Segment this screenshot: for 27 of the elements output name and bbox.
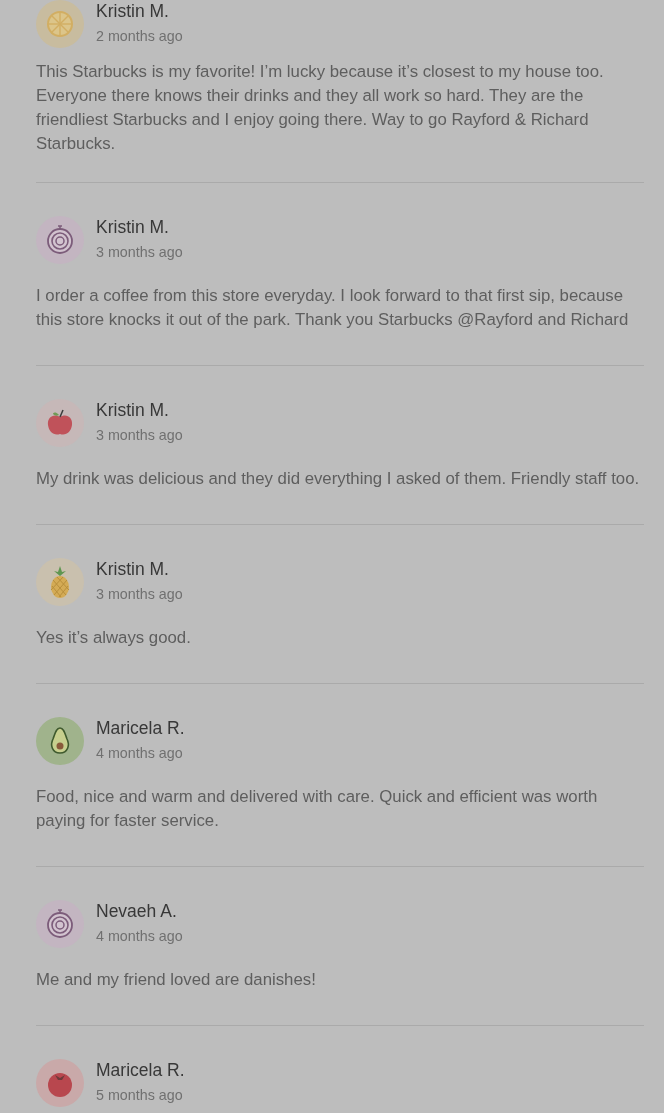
review-text: This Starbucks is my favorite! I’m lucky because it’s closest to my house too. Everyone there knows their drinks and they all work so hard. They are the friendliest Starbucks and I enjoy going there. Way to go Rayford & Richard Starbucks. — [36, 61, 605, 155]
tomato-icon — [36, 1059, 84, 1107]
review-text: Me and my friend loved are danishes! — [36, 969, 317, 991]
onion-icon — [36, 900, 84, 948]
citrus-slice-icon — [36, 0, 84, 48]
reviewer-name: Kristin M. — [96, 0, 170, 22]
reviewer-name: Kristin M. — [96, 216, 170, 238]
reviewer-name: Nevaeh A. — [96, 900, 178, 922]
onion-icon — [36, 216, 84, 264]
review-text: Food, nice and warm and delivered with care. Quick and efficient was worth paying for faster service. — [36, 786, 599, 832]
review-time: 4 months ago — [96, 744, 184, 763]
reviewer-name: Kristin M. — [96, 558, 170, 580]
review-time: 3 months ago — [96, 585, 183, 604]
pineapple-icon — [36, 558, 84, 606]
avocado-icon — [36, 717, 84, 765]
review-time: 5 months ago — [96, 1086, 184, 1105]
reviewer-name: Maricela R. — [96, 717, 185, 739]
review-text: I order a coffee from this store everyday. I look forward to that first sip, because this store knocks it out of the park. Thank you Starbucks @Rayford and Richard — [36, 285, 630, 331]
reviewer-name: Kristin M. — [96, 399, 170, 421]
review-time: 2 months ago — [96, 27, 183, 46]
review-time: 3 months ago — [96, 426, 183, 445]
review-time: 3 months ago — [96, 243, 183, 262]
reviewer-name: Maricela R. — [96, 1059, 185, 1081]
review-text: Yes it’s always good. — [36, 627, 192, 649]
apple-icon — [36, 399, 84, 447]
review-time: 4 months ago — [96, 927, 183, 946]
review-text: My drink was delicious and they did everything I asked of them. Friendly staff too. — [36, 468, 641, 490]
